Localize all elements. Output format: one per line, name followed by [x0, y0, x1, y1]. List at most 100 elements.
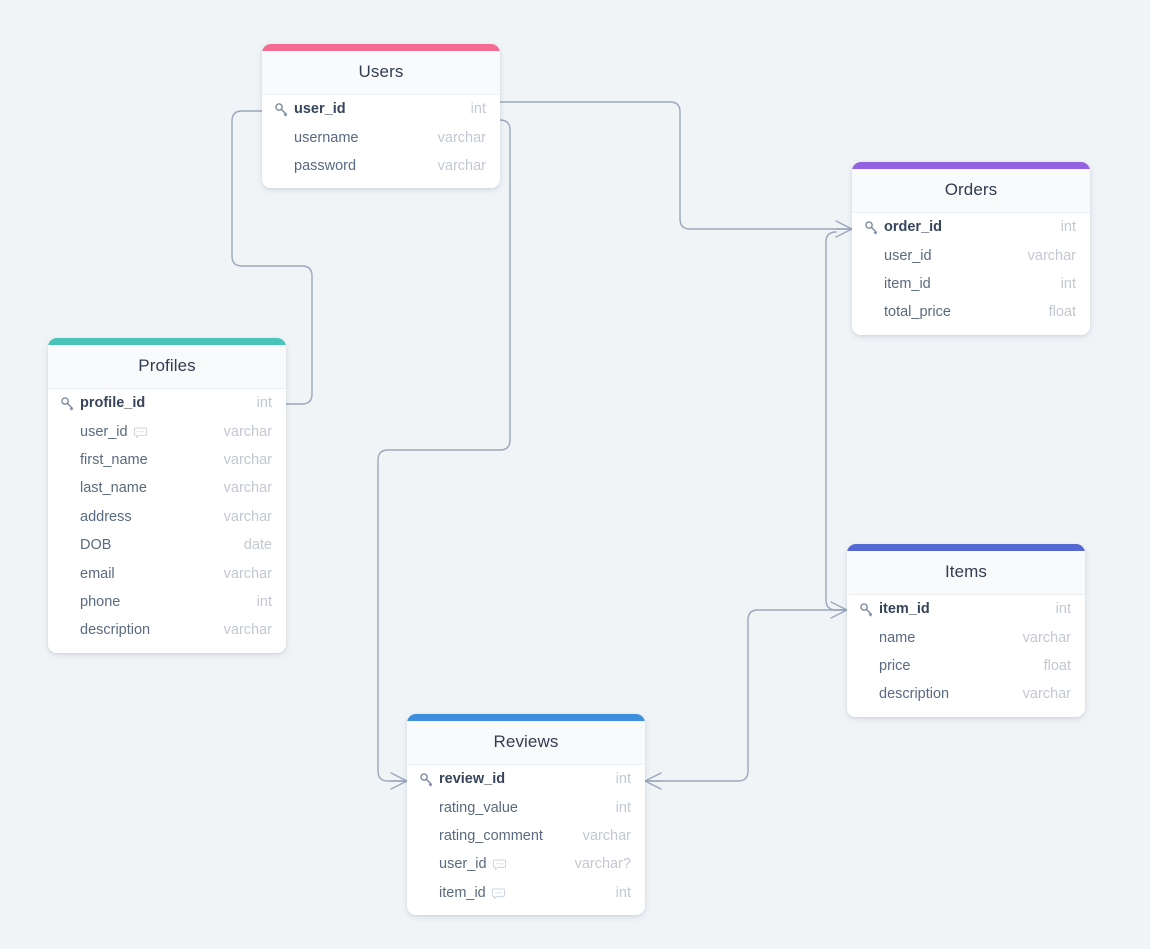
field-row-reviews-review_id[interactable]: review_id int — [407, 765, 645, 794]
table-card-profiles[interactable]: Profiles profile_id int user_id varchar first… — [48, 338, 286, 653]
card-bottom-padding — [852, 326, 1090, 335]
field-row-profiles-phone[interactable]: phone int — [48, 587, 286, 617]
field-name-wrap: username — [274, 130, 358, 146]
field-row-profiles-email[interactable]: email varchar — [48, 559, 286, 588]
card-bottom-padding — [48, 644, 286, 653]
field-row-profiles-first_name[interactable]: first_name varchar — [48, 445, 286, 475]
field-label: rating_value — [439, 799, 518, 816]
field-label: review_id — [439, 771, 506, 788]
field-row-orders-user_id[interactable]: user_id varchar — [852, 241, 1090, 270]
edge-reviews-items — [644, 609, 848, 782]
table-accent-bar — [407, 714, 645, 721]
field-type: int — [615, 799, 631, 816]
field-row-orders-total_price[interactable]: total_price float — [852, 298, 1090, 327]
field-row-orders-order_id[interactable]: order_id int — [852, 213, 1090, 242]
field-type: varchar — [1027, 247, 1076, 264]
field-label: username — [294, 129, 359, 146]
table-accent-bar — [852, 162, 1090, 169]
field-type: float — [1043, 657, 1071, 674]
field-label: item_id — [884, 275, 931, 292]
field-type: varchar — [582, 827, 631, 844]
field-row-reviews-rating_value[interactable]: rating_value int — [407, 793, 645, 822]
field-name-wrap: description — [859, 686, 949, 702]
field-name-wrap: last_name — [60, 480, 147, 496]
field-name-wrap: item_id — [864, 276, 931, 292]
field-name-wrap: user_id — [864, 248, 932, 264]
table-card-orders[interactable]: Orders order_id int user_id varchar item_id in… — [852, 162, 1090, 335]
table-accent-bar — [48, 338, 286, 345]
field-type: int — [1055, 601, 1071, 618]
field-name-wrap: name — [859, 630, 915, 646]
field-name-wrap: user_id — [274, 101, 346, 117]
field-row-profiles-description[interactable]: description varchar — [48, 616, 286, 645]
field-row-profiles-last_name[interactable]: last_name varchar — [48, 474, 286, 503]
field-name-wrap: password — [274, 158, 356, 174]
field-row-items-description[interactable]: description varchar — [847, 680, 1085, 709]
field-type: varchar — [437, 157, 486, 174]
field-row-users-user_id[interactable]: user_id int — [262, 95, 500, 124]
field-name-wrap: total_price — [864, 304, 951, 320]
field-row-items-name[interactable]: name varchar — [847, 623, 1085, 652]
field-type: varchar? — [574, 856, 631, 873]
field-type: varchar — [437, 129, 486, 146]
field-row-users-username[interactable]: username varchar — [262, 123, 500, 152]
crowfoot-reviews-review-id-left — [390, 772, 408, 790]
table-card-users[interactable]: Users user_id int username varchar password va… — [262, 44, 500, 189]
field-name-wrap: user_id — [60, 424, 147, 440]
field-row-profiles-DOB[interactable]: DOB date — [48, 530, 286, 560]
field-row-reviews-rating_comment[interactable]: rating_comment varchar — [407, 821, 645, 851]
field-type: int — [1060, 219, 1076, 236]
field-name-wrap: phone — [60, 594, 120, 610]
field-row-items-item_id[interactable]: item_id int — [847, 595, 1085, 624]
field-row-profiles-user_id[interactable]: user_id varchar — [48, 417, 286, 446]
field-name-wrap: item_id — [419, 885, 505, 901]
field-name-wrap: description — [60, 622, 150, 638]
field-row-profiles-profile_id[interactable]: profile_id int — [48, 389, 286, 418]
field-type: varchar — [223, 480, 272, 497]
comment-icon[interactable] — [491, 887, 505, 900]
comment-icon[interactable] — [492, 859, 506, 872]
field-name-wrap: rating_comment — [419, 828, 543, 844]
field-type: int — [615, 771, 631, 788]
field-row-orders-item_id[interactable]: item_id int — [852, 269, 1090, 299]
card-bottom-padding — [847, 708, 1085, 717]
field-label: address — [80, 508, 132, 525]
field-type: int — [1060, 275, 1076, 292]
table-card-items[interactable]: Items item_id int name varchar price float desc… — [847, 544, 1085, 717]
field-row-profiles-address[interactable]: address varchar — [48, 502, 286, 531]
field-name-wrap: review_id — [419, 771, 505, 787]
field-type: varchar — [223, 451, 272, 468]
field-label: price — [879, 657, 911, 674]
field-row-reviews-item_id[interactable]: item_id int — [407, 878, 645, 907]
table-title: Users — [262, 51, 500, 95]
field-type: varchar — [223, 622, 272, 639]
field-row-reviews-user_id[interactable]: user_id varchar? — [407, 850, 645, 879]
crowfoot-items-item-id — [830, 601, 848, 619]
field-type: varchar — [1022, 629, 1071, 646]
field-name-wrap: order_id — [864, 219, 942, 235]
field-type: varchar — [223, 565, 272, 582]
field-type: int — [470, 101, 486, 118]
primary-key-icon — [60, 396, 75, 411]
field-type: varchar — [223, 508, 272, 525]
field-name-wrap: price — [859, 658, 910, 674]
field-label: name — [879, 629, 916, 646]
table-title: Items — [847, 551, 1085, 595]
edge-orders-items — [825, 231, 848, 611]
primary-key-icon — [419, 772, 434, 787]
field-name-wrap: email — [60, 566, 115, 582]
er-diagram-canvas[interactable]: Users user_id int username varchar password va… — [0, 0, 1150, 949]
field-type: varchar — [1022, 686, 1071, 703]
field-label: order_id — [884, 219, 943, 236]
field-row-items-price[interactable]: price float — [847, 651, 1085, 681]
comment-icon[interactable] — [133, 426, 147, 439]
field-type: int — [615, 884, 631, 901]
primary-key-icon — [859, 602, 874, 617]
field-label: last_name — [80, 480, 147, 497]
field-row-users-password[interactable]: password varchar — [262, 151, 500, 181]
field-label: description — [879, 686, 950, 703]
crowfoot-reviews-review-id-right — [644, 772, 662, 790]
table-card-reviews[interactable]: Reviews review_id int rating_value int rating… — [407, 714, 645, 915]
card-bottom-padding — [407, 906, 645, 915]
field-name-wrap: rating_value — [419, 800, 518, 816]
